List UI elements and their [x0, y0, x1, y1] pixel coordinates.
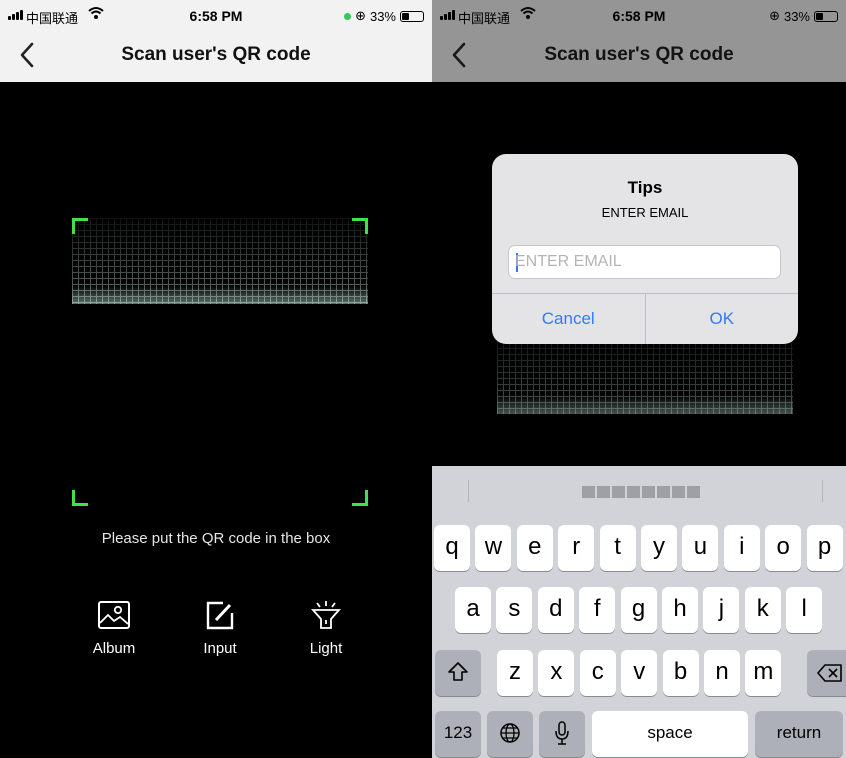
orientation-lock-icon: ⊕ [355, 8, 366, 23]
numbers-key[interactable]: 123 [435, 711, 481, 757]
frame-corner-bottom-left [72, 490, 88, 506]
key-d[interactable]: d [537, 587, 574, 633]
dictation-key[interactable] [539, 711, 585, 757]
globe-key[interactable] [487, 711, 533, 757]
backspace-icon [817, 664, 842, 682]
mic-indicator-icon [344, 12, 352, 20]
key-t[interactable]: t [599, 525, 636, 571]
email-field[interactable] [508, 245, 781, 279]
scanner-screen: 中国联通 6:58 PM ⊕ 33% Scan user's QR code P… [0, 0, 432, 758]
key-f[interactable]: f [579, 587, 616, 633]
key-z[interactable]: z [497, 650, 533, 696]
edit-icon [206, 601, 234, 630]
key-x[interactable]: x [538, 650, 575, 696]
alert-title: Tips [627, 178, 663, 197]
email-entry-screen: 中国联通 6:58 PM ⊕ 33% Scan user's QR code T… [432, 0, 846, 758]
prediction-divider [468, 480, 469, 502]
battery-icon [400, 10, 424, 22]
key-k[interactable]: k [744, 587, 781, 633]
key-o[interactable]: o [765, 525, 802, 571]
scan-hint: Please put the QR code in the box [101, 530, 331, 547]
nav-bar: Scan user's QR code [0, 30, 432, 82]
microphone-icon [555, 721, 569, 745]
key-l[interactable]: l [786, 587, 823, 633]
prediction-suggestion[interactable] [582, 486, 700, 498]
key-e[interactable]: e [516, 525, 553, 571]
key-q[interactable]: q [434, 525, 470, 571]
key-y[interactable]: y [641, 525, 677, 571]
key-a[interactable]: a [455, 587, 491, 633]
alert-message: ENTER EMAIL [601, 205, 689, 220]
return-key[interactable]: return [755, 711, 843, 757]
ok-button[interactable]: OK [646, 294, 799, 344]
nav-bar: Scan user's QR code [432, 30, 846, 82]
battery-level [816, 12, 823, 20]
key-h[interactable]: h [662, 587, 698, 633]
page-title: Scan user's QR code [544, 44, 734, 65]
space-key[interactable]: space [592, 711, 748, 757]
frame-corner-top-left [72, 218, 88, 234]
delete-key[interactable] [807, 650, 846, 696]
status-bar: 中国联通 6:58 PM ⊕ 33% [432, 0, 846, 30]
key-g[interactable]: g [620, 587, 657, 633]
shift-key[interactable] [435, 650, 481, 696]
frame-corner-top-right [352, 218, 368, 234]
key-i[interactable]: i [723, 525, 760, 571]
status-bar: 中国联通 6:58 PM ⊕ 33% [0, 0, 432, 30]
key-u[interactable]: u [682, 525, 719, 571]
battery-level [402, 12, 409, 20]
key-r[interactable]: r [558, 525, 595, 571]
key-j[interactable]: j [703, 587, 740, 633]
prediction-bar [432, 466, 846, 516]
key-c[interactable]: c [579, 650, 616, 696]
keyboard: q w e r t y u i o p a s d f g h j k l z x c v b n m 123 space return [432, 466, 846, 758]
key-s[interactable]: s [496, 587, 533, 633]
prediction-divider [822, 480, 823, 502]
key-b[interactable]: b [662, 650, 699, 696]
album-button[interactable]: Album [74, 600, 154, 657]
page-title: Scan user's QR code [121, 44, 311, 65]
key-n[interactable]: n [704, 650, 740, 696]
battery-icon [814, 10, 838, 22]
input-label: Input [203, 640, 237, 657]
light-button[interactable]: Light [286, 600, 366, 657]
globe-icon [500, 723, 520, 743]
frame-corner-bottom-right [352, 490, 368, 506]
key-p[interactable]: p [806, 525, 843, 571]
shift-icon [448, 662, 468, 681]
album-label: Album [92, 640, 136, 657]
cancel-button[interactable]: Cancel [492, 294, 646, 344]
scan-grid [72, 218, 368, 304]
key-w[interactable]: w [475, 525, 512, 571]
orientation-lock-icon: ⊕ [769, 8, 780, 23]
tips-alert: Tips ENTER EMAIL Cancel OK [492, 154, 798, 344]
input-button[interactable]: Input [180, 600, 260, 657]
email-input[interactable] [515, 246, 774, 278]
battery-percent: 33% [369, 8, 396, 24]
battery-percent: 33% [783, 8, 810, 24]
flashlight-icon [310, 601, 342, 629]
key-v[interactable]: v [621, 650, 658, 696]
album-icon [98, 601, 130, 629]
light-label: Light [309, 640, 343, 657]
key-m[interactable]: m [745, 650, 782, 696]
